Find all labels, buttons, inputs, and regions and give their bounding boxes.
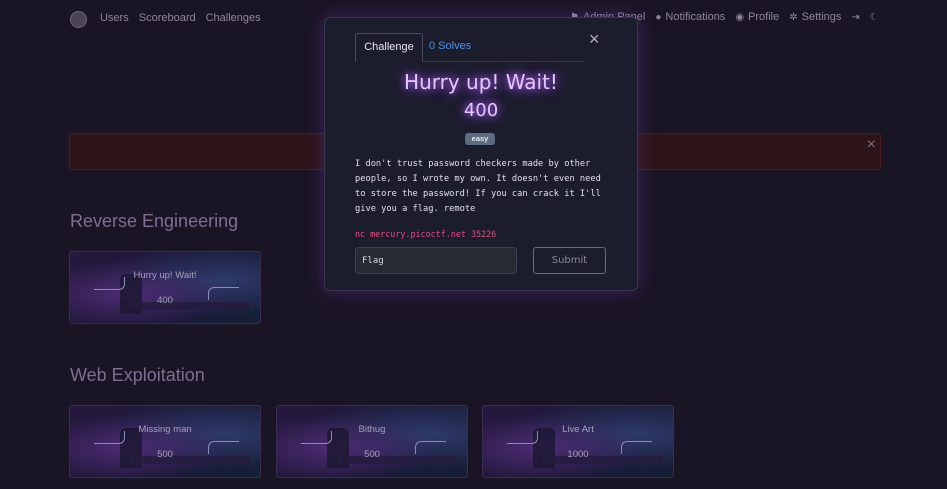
- card-points: 500: [157, 449, 173, 460]
- tab-solves[interactable]: 0 Solves: [429, 33, 471, 60]
- challenge-description: I don't trust password checkers made by …: [355, 159, 601, 214]
- nav-theme-toggle[interactable]: ☾: [870, 12, 879, 23]
- nav-challenges[interactable]: Challenges: [206, 12, 261, 24]
- card-name: Live Art: [562, 424, 594, 435]
- card-points: 400: [157, 295, 173, 306]
- nav-scoreboard[interactable]: Scoreboard: [139, 12, 196, 24]
- category-title: Web Exploitation: [70, 365, 205, 385]
- tab-challenge[interactable]: Challenge: [355, 33, 423, 62]
- challenge-card[interactable]: Missing man 500: [69, 405, 261, 478]
- close-icon[interactable]: ×: [867, 136, 876, 154]
- card-name: Hurry up! Wait!: [133, 270, 197, 281]
- challenge-card[interactable]: Live Art 1000: [482, 405, 674, 478]
- close-icon[interactable]: ×: [589, 29, 600, 50]
- flag-input[interactable]: [355, 247, 517, 274]
- nav-users[interactable]: Users: [100, 12, 129, 24]
- gears-icon: ✲: [789, 11, 798, 23]
- challenge-card[interactable]: Hurry up! Wait! 400: [69, 251, 261, 324]
- sign-out-icon: ⇥: [851, 11, 860, 23]
- card-name: Missing man: [138, 424, 192, 435]
- nav-notifications[interactable]: ● Notifications: [655, 11, 725, 23]
- nav-logout[interactable]: ⇥: [851, 12, 859, 23]
- logo-icon[interactable]: [70, 11, 87, 28]
- challenge-modal: Challenge 0 Solves × Hurry up! Wait! 400…: [324, 17, 638, 291]
- challenge-value: 400: [463, 100, 499, 121]
- nav-notifications-label: Notifications: [665, 11, 726, 23]
- nav-profile[interactable]: ◉ Profile: [735, 11, 779, 23]
- user-icon: ◉: [735, 11, 745, 23]
- card-points: 500: [364, 449, 380, 460]
- nav-left: Users Scoreboard Challenges: [100, 12, 261, 24]
- difficulty-badge: easy: [465, 133, 495, 145]
- card-name: Bithug: [358, 424, 386, 435]
- challenge-card[interactable]: Bithug 500: [276, 405, 468, 478]
- card-points: 1000: [567, 449, 589, 460]
- nav-profile-label: Profile: [748, 11, 780, 23]
- nav-settings[interactable]: ✲ Settings: [789, 11, 841, 23]
- nav-settings-label: Settings: [801, 11, 842, 23]
- moon-icon: ☾: [869, 11, 879, 23]
- modal-tabs: Challenge 0 Solves: [355, 33, 584, 62]
- bell-icon: ●: [655, 11, 662, 23]
- submit-button[interactable]: Submit: [533, 247, 606, 274]
- connection-info: nc mercury.picoctf.net 35226: [355, 229, 497, 239]
- challenge-title: Hurry up! Wait!: [404, 70, 558, 94]
- category-title: Reverse Engineering: [70, 211, 239, 231]
